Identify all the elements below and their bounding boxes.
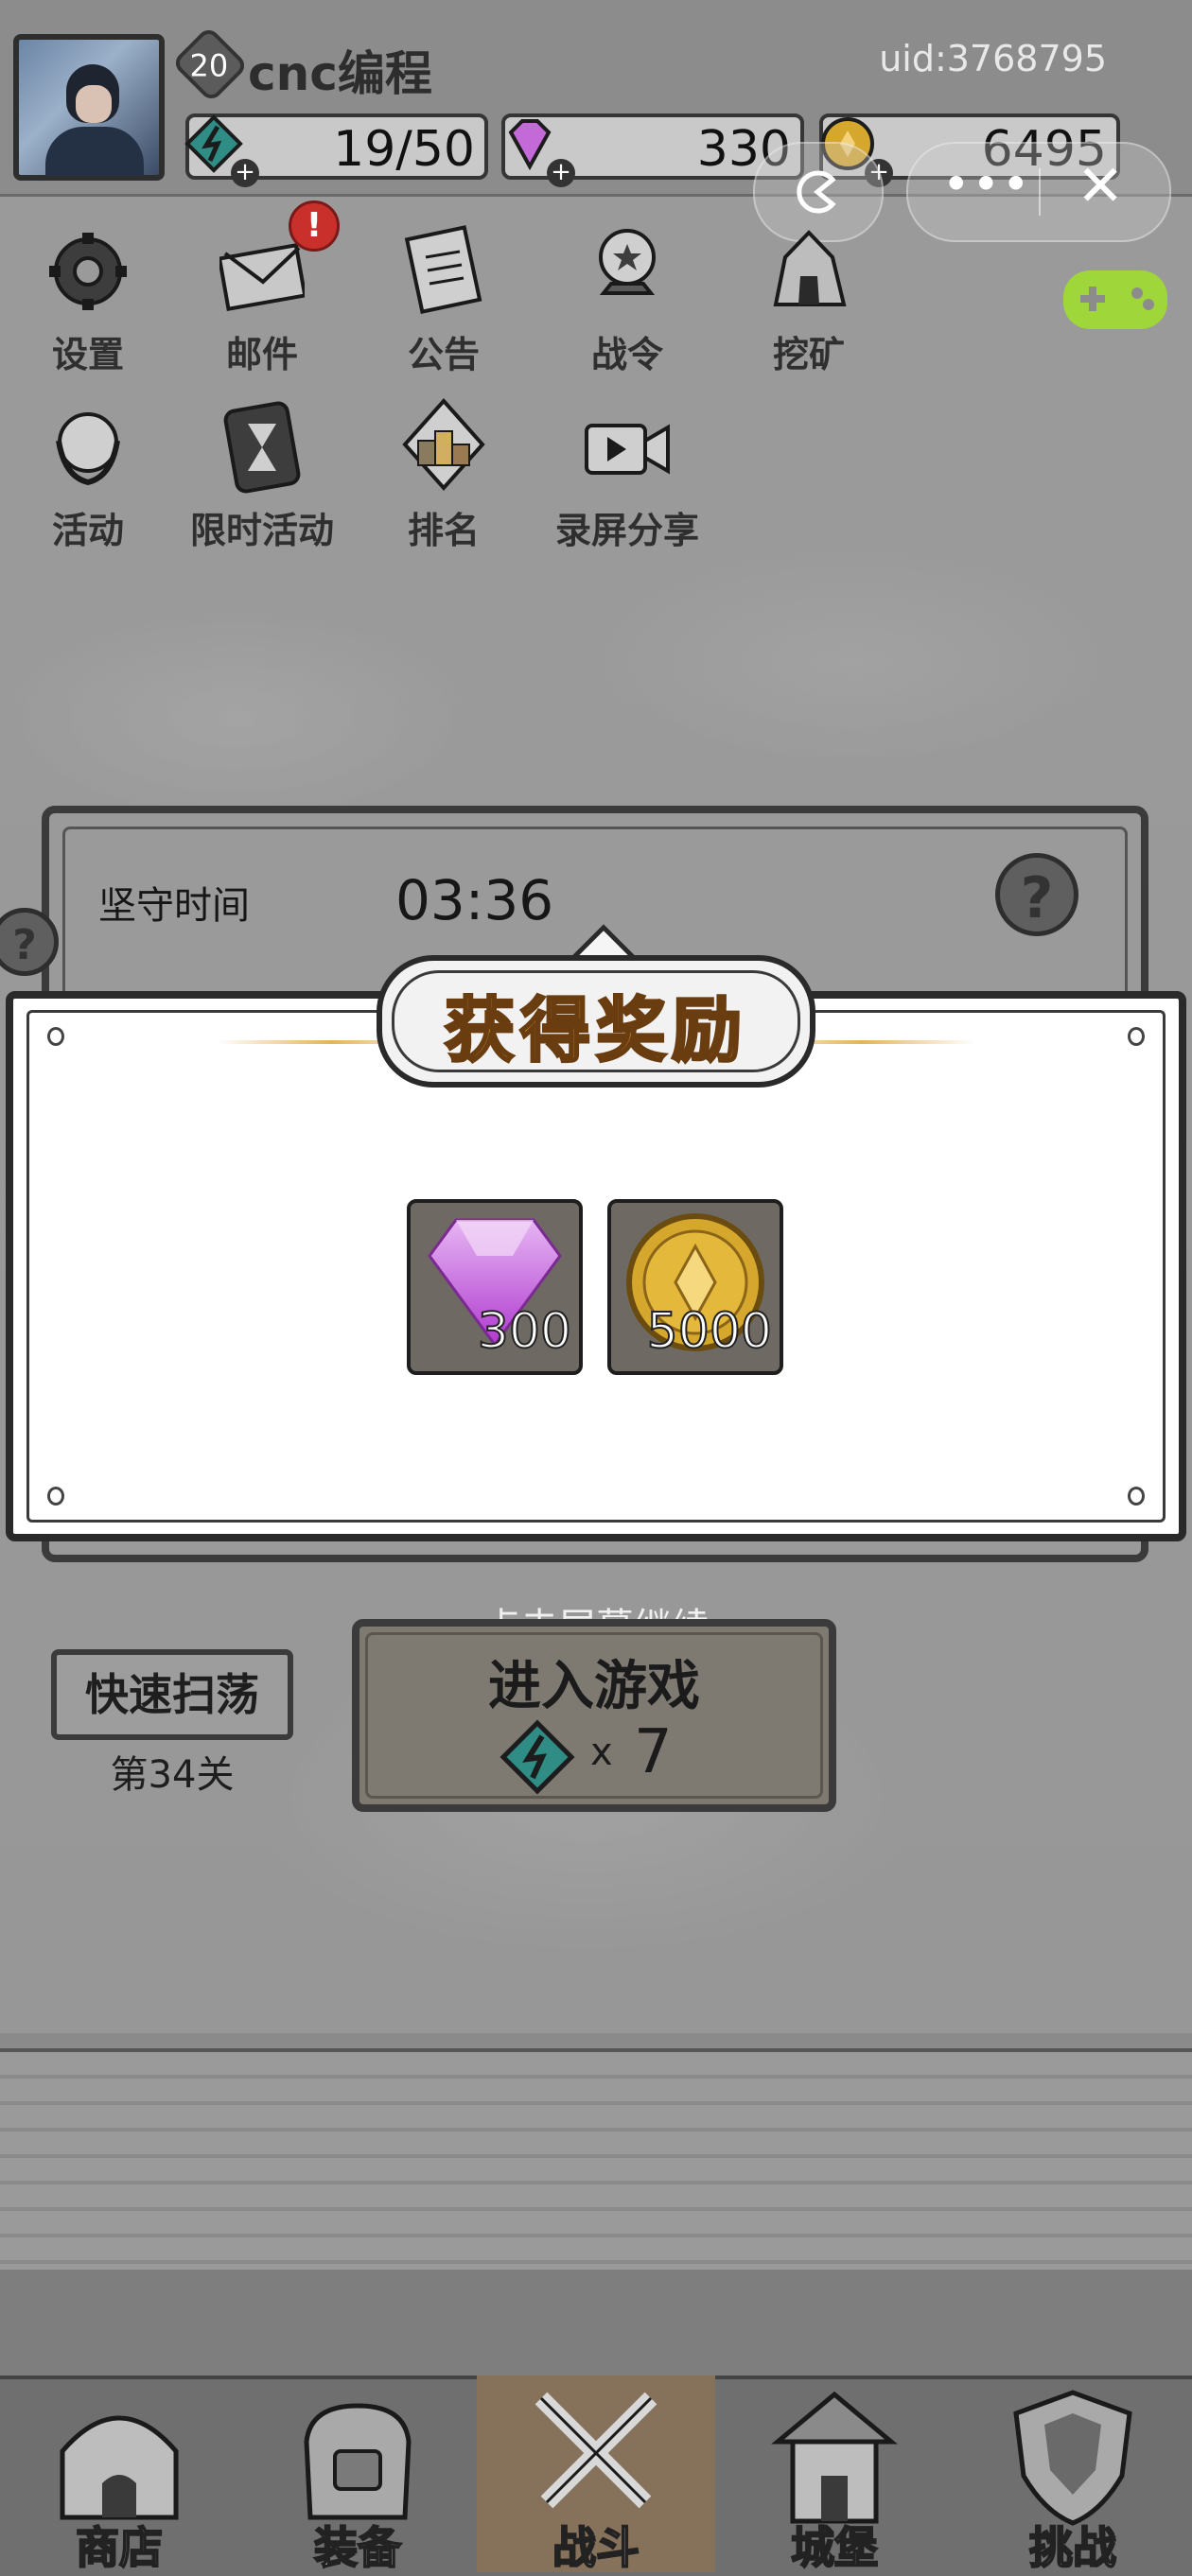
player-name: cnc编程 [248, 46, 432, 101]
energy-cost-multiplier: x [590, 1731, 613, 1774]
quick-sweep-label: 快速扫荡 [85, 1669, 259, 1720]
castle-tower-icon [771, 2391, 898, 2524]
energy-counter[interactable]: + 19/50 [184, 113, 488, 187]
settings-button[interactable]: 设置 [17, 219, 159, 380]
limited-events-button[interactable]: 限时活动 [190, 395, 334, 556]
energy-cost-value: 7 [634, 1717, 673, 1787]
nav-equipment-label: 装备 [313, 2521, 402, 2574]
energy-icon [500, 1719, 575, 1795]
quick-sweep-button[interactable]: 快速扫荡 [51, 1649, 293, 1740]
reward-item-coin[interactable]: 5000 [607, 1199, 783, 1375]
screen-record-share-label: 录屏分享 [554, 510, 699, 551]
gem-reward-amount: 300 [477, 1302, 572, 1361]
nav-shop-label: 商店 [75, 2521, 164, 2574]
mining-label: 挖矿 [772, 334, 845, 375]
nav-battle[interactable]: 战斗 [477, 2376, 715, 2574]
battle-pass-label: 战令 [590, 334, 663, 375]
announcement-label: 公告 [407, 334, 480, 375]
more-options-icon[interactable]: ••• [942, 157, 1031, 212]
add-energy-button[interactable]: + [231, 159, 259, 187]
coin-reward-amount: 5000 [646, 1302, 773, 1361]
player-avatar[interactable] [13, 34, 165, 181]
defense-time-label: 坚守时间 [98, 884, 250, 928]
scroll-icon [404, 225, 482, 315]
nav-castle[interactable]: 城堡 [715, 2376, 954, 2574]
hourglass-icon [223, 401, 301, 494]
help-icon[interactable]: ? [995, 853, 1078, 936]
battle-pass-button[interactable]: 战令 [556, 219, 698, 380]
enter-game-label: 进入游戏 [488, 1656, 700, 1717]
gamepad-icon[interactable] [1060, 263, 1171, 337]
ranking-label: 排名 [407, 510, 480, 551]
shield-icon [1013, 2390, 1132, 2526]
miniprogram-capsule: ••• ✕ [906, 142, 1171, 242]
settings-label: 设置 [51, 334, 124, 375]
nav-shop[interactable]: 商店 [0, 2376, 238, 2574]
nav-challenge-label: 挑战 [1028, 2521, 1117, 2574]
reward-title: 获得奖励 [444, 989, 747, 1073]
stage-label: 第34关 [110, 1753, 235, 1797]
announcement-button[interactable]: 公告 [373, 219, 515, 380]
nav-castle-label: 城堡 [790, 2521, 879, 2574]
energy-value: 19/50 [333, 121, 475, 178]
crossed-swords-icon [535, 2392, 657, 2509]
reward-item-gem[interactable]: 300 [407, 1199, 583, 1375]
podium-icon [402, 397, 485, 492]
limited-events-label: 限时活动 [189, 510, 334, 551]
wooden-fence [0, 2048, 1192, 2270]
mining-button[interactable]: 挖矿 [738, 219, 880, 380]
close-icon[interactable]: ✕ [1077, 153, 1124, 219]
shop-hut-icon [60, 2415, 179, 2520]
level-badge: 20 [170, 25, 250, 104]
backpack-icon [304, 2403, 412, 2520]
events-button[interactable]: 活动 [17, 395, 159, 556]
nav-challenge[interactable]: 挑战 [954, 2376, 1192, 2574]
gear-icon [49, 233, 127, 310]
screen-record-share-button[interactable]: 录屏分享 [555, 395, 699, 556]
player-uid: uid:3768795 [879, 38, 1107, 79]
mine-rock-icon [773, 230, 847, 306]
laurel-icon [56, 412, 120, 486]
video-camera-icon [585, 424, 670, 475]
ranking-button[interactable]: 排名 [373, 395, 515, 556]
add-gem-button[interactable]: + [547, 159, 575, 187]
nav-battle-label: 战斗 [552, 2521, 640, 2574]
mail-notification-badge: ! [289, 200, 340, 252]
events-label: 活动 [51, 510, 124, 551]
defense-time-value: 03:36 [395, 868, 554, 932]
nav-equipment[interactable]: 装备 [238, 2376, 477, 2574]
crystal-ball-icon [599, 229, 656, 295]
mail-label: 邮件 [225, 334, 298, 375]
